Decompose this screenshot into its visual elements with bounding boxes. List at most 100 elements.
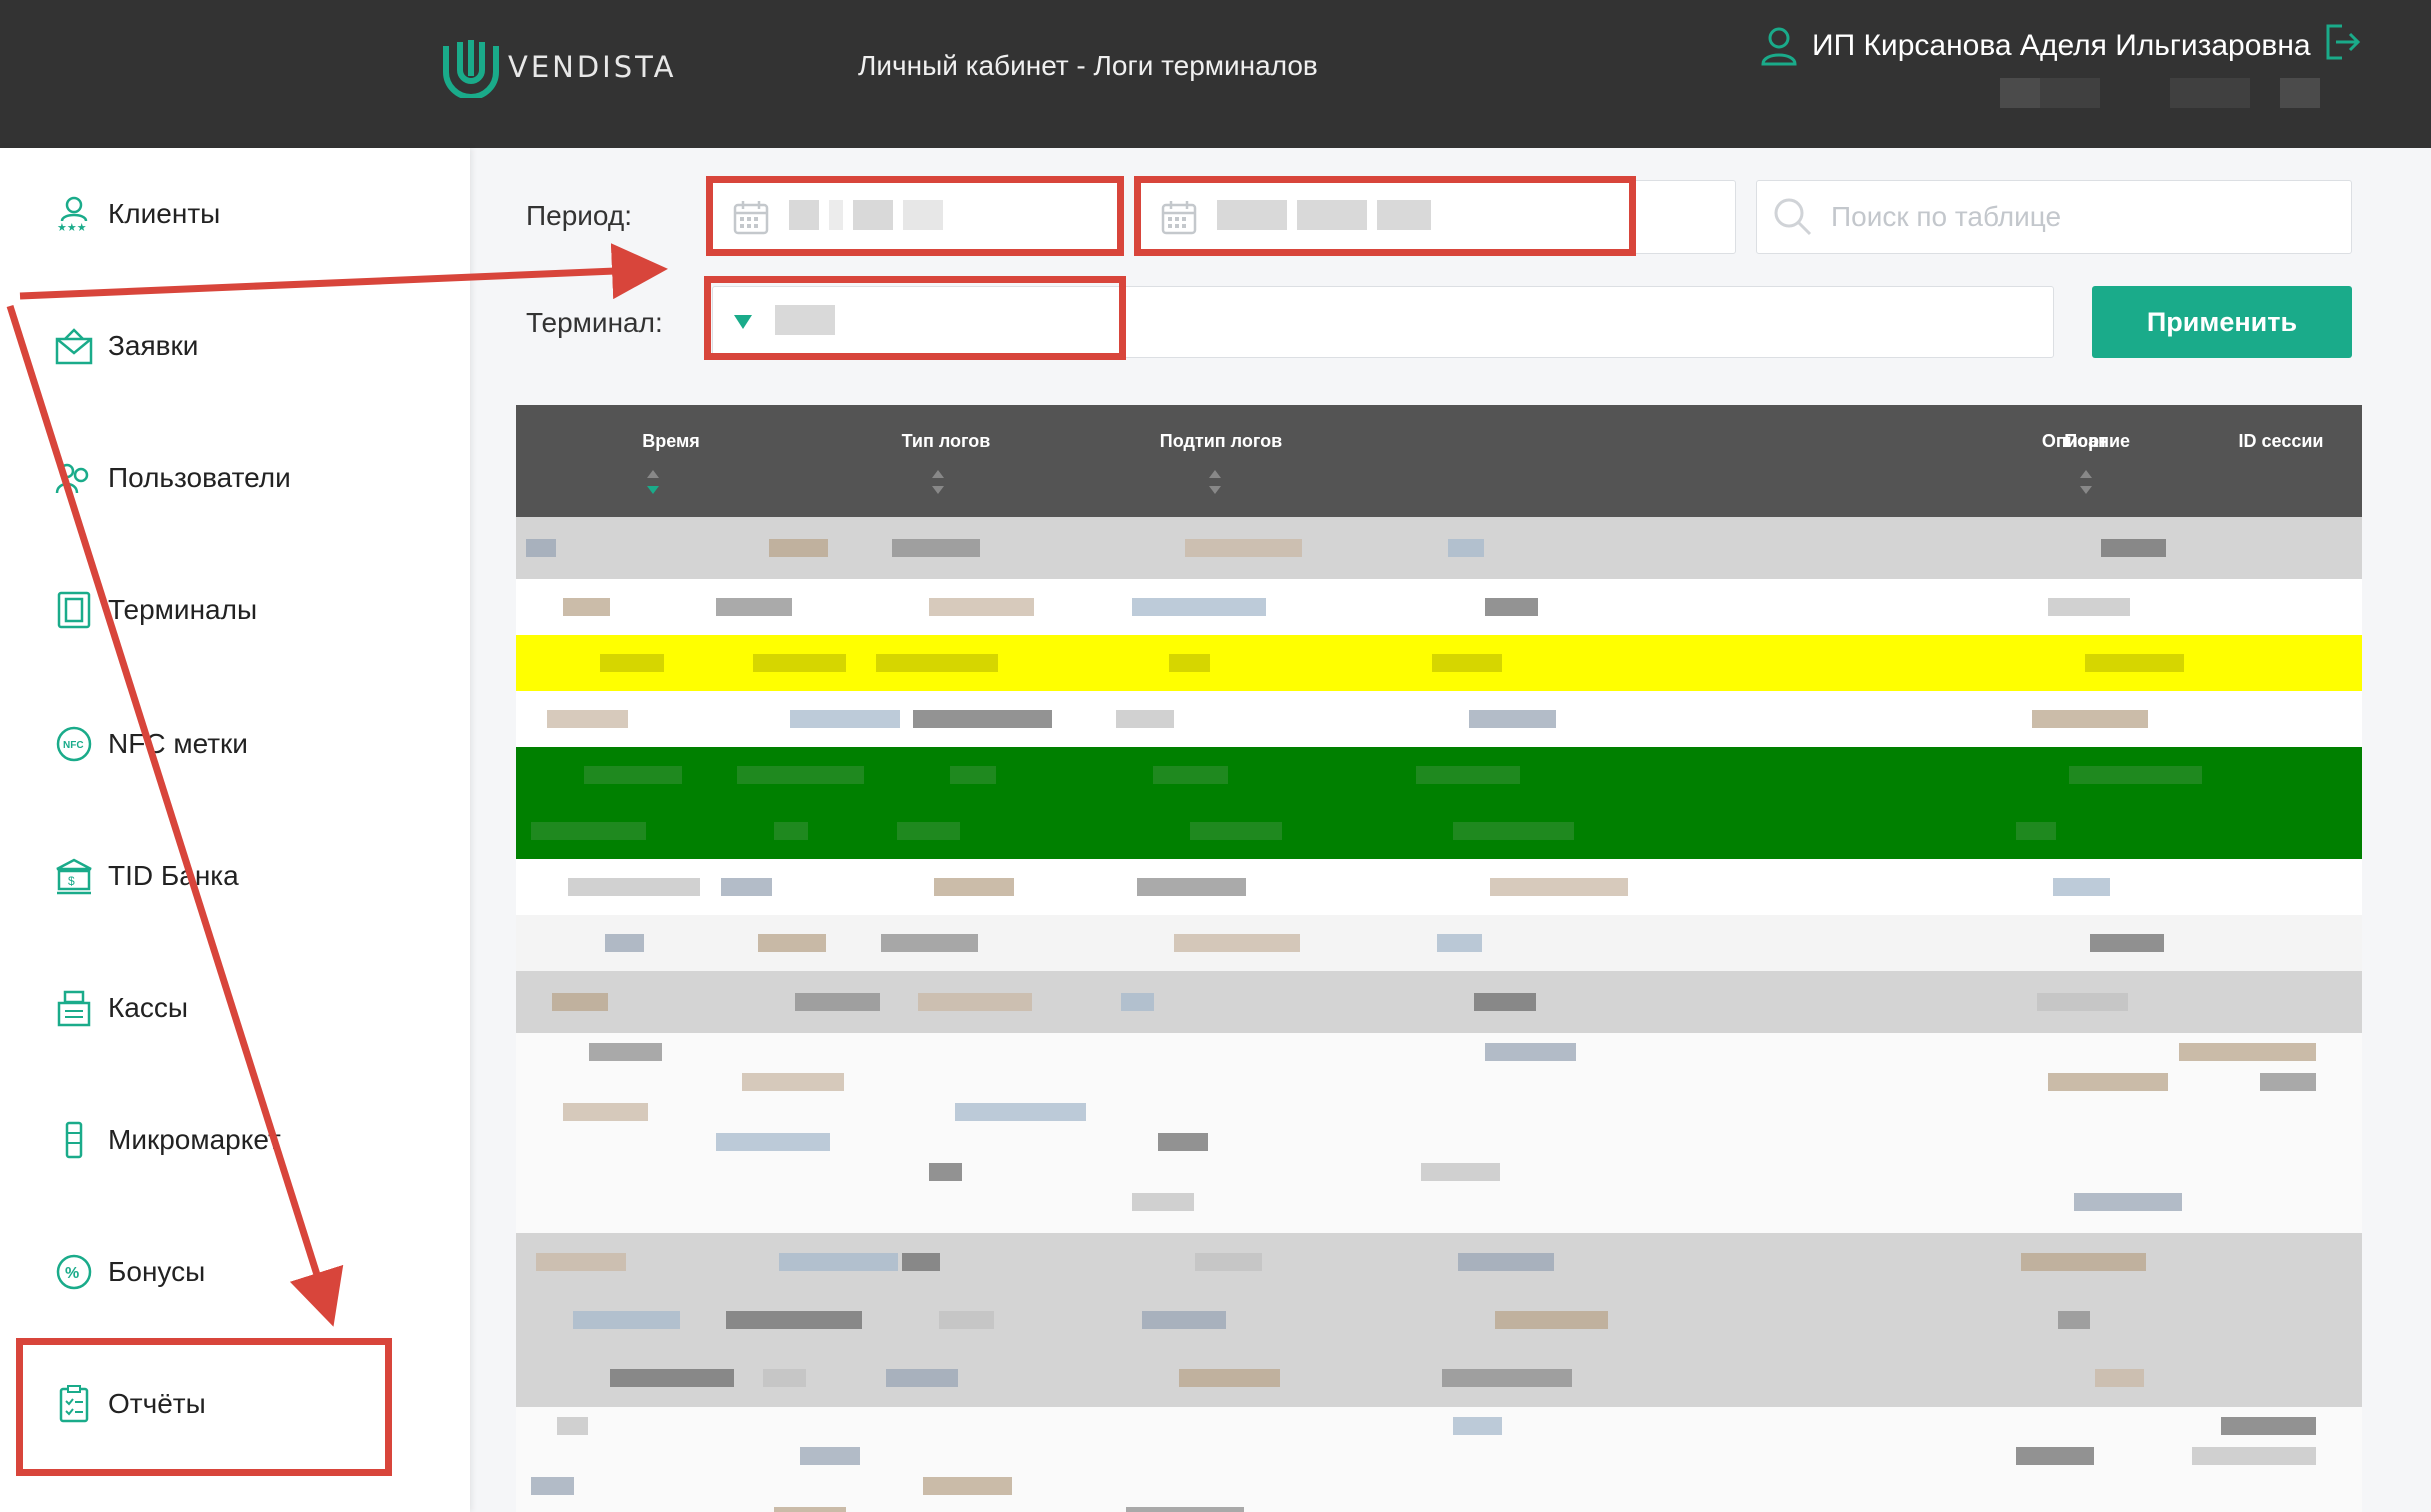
svg-text:$: $: [68, 874, 75, 888]
redacted-cell: [897, 822, 960, 840]
redacted-cell: [1142, 1311, 1226, 1329]
redacted-cell: [526, 539, 556, 557]
redacted-cell: [531, 822, 646, 840]
bank-icon: $: [54, 856, 94, 896]
brand-logo[interactable]: VENDISTA: [440, 36, 676, 98]
redacted-cell: [2095, 1369, 2144, 1387]
vendista-logo-icon: [443, 40, 499, 98]
table-row[interactable]: [516, 1291, 2362, 1349]
table-row[interactable]: [516, 915, 2362, 971]
table-row[interactable]: [516, 691, 2362, 747]
svg-text:NFC: NFC: [63, 740, 84, 751]
sidebar-item-tid-bank[interactable]: $ TID Банка: [54, 852, 239, 900]
redacted-cell: [1474, 993, 1536, 1011]
redacted-cell: [2058, 1311, 2090, 1329]
redacted-cell: [584, 766, 682, 784]
redacted-cell: [753, 654, 846, 672]
redacted-cell: [1116, 710, 1174, 728]
redacted-cell: [2085, 654, 2184, 672]
user-profile[interactable]: ИП Кирсанова Аделя Ильгизаровна: [1760, 26, 2311, 66]
redacted-cell: [742, 1073, 844, 1091]
redacted-cell: [1169, 654, 1210, 672]
redacted-cell: [1437, 934, 1482, 952]
redacted-cell: [2032, 710, 2148, 728]
redacted-cell: [1153, 766, 1228, 784]
table-row[interactable]: [516, 971, 2362, 1033]
redacted-cell: [1490, 878, 1628, 896]
redacted-cell: [573, 1311, 680, 1329]
terminal-label: Терминал:: [526, 307, 663, 338]
redacted-cell: [2179, 1043, 2316, 1061]
redacted-cell: [779, 1253, 898, 1271]
redacted-cell: [610, 1369, 734, 1387]
sidebar-item-users[interactable]: Пользователи: [54, 454, 291, 502]
sort-arrows-icon[interactable]: [931, 469, 945, 495]
svg-text:%: %: [65, 1265, 79, 1282]
table-row[interactable]: [516, 635, 2362, 691]
table-row[interactable]: [516, 747, 2362, 803]
sidebar-item-label: Микромаркет: [108, 1124, 281, 1155]
table-header: Время Тип логов Подтип логов Описание По…: [516, 405, 2362, 517]
redacted-cell: [800, 1447, 860, 1465]
sort-arrows-icon[interactable]: [646, 469, 660, 495]
logout-button[interactable]: [2322, 22, 2362, 67]
redacted-cell: [1432, 654, 1502, 672]
redacted-cell: [563, 1103, 648, 1121]
annotation-box-end-date: [1134, 176, 1636, 256]
redacted-account-info: [2000, 78, 2040, 108]
redacted-cell: [929, 1163, 962, 1181]
sort-arrows-icon[interactable]: [2079, 469, 2093, 495]
search-placeholder: Поиск по таблице: [1831, 201, 2062, 232]
redacted-cell: [1126, 1507, 1244, 1512]
sidebar-item-label: Бонусы: [108, 1256, 206, 1287]
column-header-port[interactable]: Порт: [2036, 431, 2136, 452]
redacted-cell: [934, 878, 1014, 896]
redacted-cell: [1195, 1253, 1262, 1271]
redacted-cell: [2221, 1417, 2316, 1435]
redacted-cell: [939, 1311, 994, 1329]
table-row[interactable]: [516, 1349, 2362, 1407]
redacted-cell: [1453, 822, 1574, 840]
sidebar-item-micromarket[interactable]: Микромаркет: [54, 1116, 281, 1164]
annotation-box-reports: [16, 1338, 392, 1476]
redacted-cell: [881, 934, 978, 952]
sidebar-item-requests[interactable]: Заявки: [54, 322, 198, 370]
redacted-cell: [758, 934, 826, 952]
redacted-cell: [774, 822, 808, 840]
redacted-cell: [2074, 1193, 2182, 1211]
table-row[interactable]: [516, 1033, 2362, 1233]
sidebar-item-nfc[interactable]: NFC NFC метки: [54, 720, 248, 768]
sidebar-item-clients[interactable]: ★★★ Клиенты: [54, 190, 220, 238]
sidebar-item-label: Кассы: [108, 992, 189, 1023]
sidebar-item-terminals[interactable]: Терминалы: [54, 586, 257, 634]
redacted-cell: [552, 993, 608, 1011]
redacted-cell: [547, 710, 628, 728]
brand-name: VENDISTA: [508, 50, 677, 84]
redacted-cell: [2101, 539, 2166, 557]
apply-button[interactable]: Применить: [2092, 286, 2352, 358]
sidebar-item-bonuses[interactable]: % Бонусы: [54, 1248, 205, 1296]
cash-register-icon: [54, 988, 94, 1028]
table-row[interactable]: [516, 1407, 2362, 1512]
redacted-cell: [2016, 1447, 2094, 1465]
redacted-cell: [923, 1477, 1012, 1495]
table-row[interactable]: [516, 859, 2362, 915]
table-row[interactable]: [516, 803, 2362, 859]
column-header-session-id[interactable]: ID сессии: [2206, 431, 2356, 452]
redacted-account-info: [2170, 78, 2250, 108]
sort-arrows-icon[interactable]: [1208, 469, 1222, 495]
table-row[interactable]: [516, 1233, 2362, 1291]
sidebar-item-cash-registers[interactable]: Кассы: [54, 984, 188, 1032]
sidebar-item-label: Пользователи: [108, 462, 291, 493]
column-header-log-subtype[interactable]: Подтип логов: [1096, 431, 1346, 452]
column-header-time[interactable]: Время: [576, 431, 766, 452]
table-search-input[interactable]: Поиск по таблице: [1756, 180, 2352, 254]
redacted-cell: [929, 598, 1034, 616]
sidebar-item-label: Терминалы: [108, 594, 258, 625]
annotation-box-start-date: [706, 176, 1124, 256]
column-header-log-type[interactable]: Тип логов: [836, 431, 1056, 452]
redacted-cell: [2053, 878, 2110, 896]
table-row[interactable]: [516, 517, 2362, 579]
table-row[interactable]: [516, 579, 2362, 635]
redacted-account-info: [2040, 78, 2100, 108]
